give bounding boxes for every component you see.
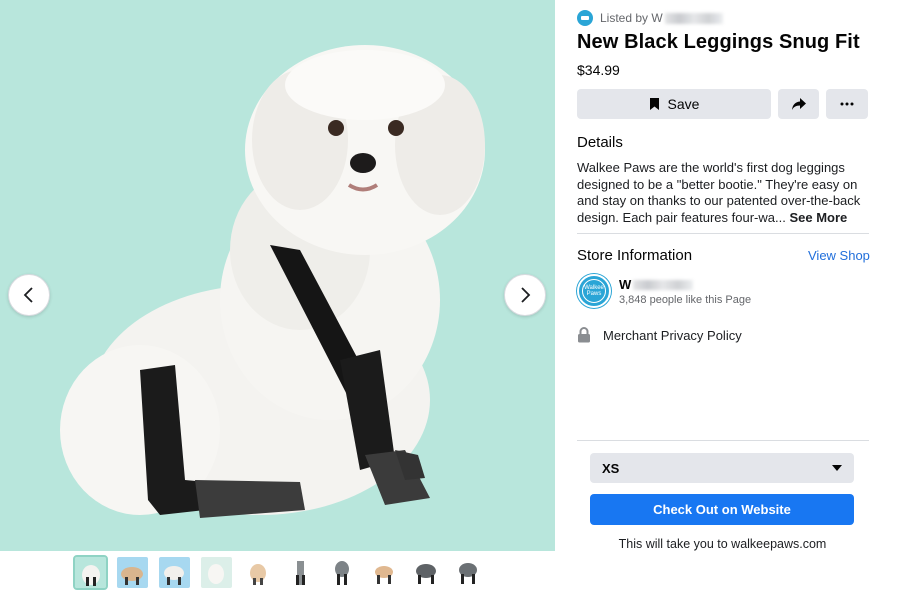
dog-thumbnail-image [82, 565, 100, 586]
dog-thumbnail-image [121, 567, 143, 585]
listing-details-panel: Listed by W New Black Leggings Snug Fit … [555, 0, 900, 590]
save-button[interactable]: Save [577, 89, 771, 119]
store-name-text: W [619, 277, 632, 292]
thumbnail-3[interactable] [159, 557, 190, 588]
listing-actions: Save [577, 89, 868, 119]
view-shop-link[interactable]: View Shop [808, 248, 870, 263]
thumbnail-5[interactable] [243, 557, 274, 588]
divider [577, 233, 869, 234]
listed-by-text: Listed by W [600, 11, 663, 25]
listing-price: $34.99 [577, 62, 620, 78]
store-logo[interactable]: Walkee Paws [577, 274, 611, 308]
dog-thumbnail-image [201, 557, 232, 588]
check-out-on-website-button[interactable]: Check Out on Website [590, 494, 854, 525]
previous-image-button[interactable] [8, 274, 50, 316]
store-card[interactable]: Walkee Paws W 3,848 people like this Pag… [577, 274, 751, 308]
store-information-heading: Store Information [577, 247, 693, 264]
bookmark-icon [649, 97, 660, 111]
chevron-left-icon [23, 287, 33, 303]
dog-thumbnail-image [296, 561, 305, 585]
more-options-button[interactable] [826, 89, 868, 119]
checkout-note: This will take you to walkeepaws.com [618, 537, 827, 551]
dog-thumbnail-image [459, 563, 477, 584]
see-more-link[interactable]: See More [789, 210, 847, 225]
lock-icon [577, 327, 591, 343]
chevron-right-icon [521, 287, 531, 303]
dog-thumbnail-image [375, 566, 393, 584]
details-description: Walkee Paws are the world's first dog le… [577, 160, 869, 226]
store-logo-text: Walkee Paws [582, 279, 606, 303]
dog-thumbnail-image [164, 566, 184, 585]
thumbnail-7[interactable] [327, 557, 358, 588]
thumbnail-strip [73, 555, 484, 590]
merchant-privacy-policy-link[interactable]: Merchant Privacy Policy [577, 327, 742, 343]
next-image-button[interactable] [504, 274, 546, 316]
redacted-seller-name [664, 12, 723, 24]
dog-photo [0, 0, 555, 551]
thumbnail-9[interactable] [411, 557, 442, 588]
dog-thumbnail-image [335, 561, 349, 585]
details-heading: Details [577, 134, 623, 151]
thumbnail-10[interactable] [453, 557, 484, 588]
save-button-label: Save [667, 96, 700, 112]
product-main-image [0, 0, 555, 551]
more-dots-icon [840, 102, 854, 106]
thumbnail-6[interactable] [285, 557, 316, 588]
share-arrow-icon [791, 98, 806, 110]
merchant-privacy-policy-label: Merchant Privacy Policy [603, 327, 742, 343]
thumbnail-4[interactable] [201, 557, 232, 588]
caret-down-icon [832, 465, 842, 471]
store-text: W 3,848 people like this Page [619, 277, 751, 306]
share-button[interactable] [778, 89, 819, 119]
listing-title: New Black Leggings Snug Fit [577, 31, 860, 53]
thumbnail-8[interactable] [369, 557, 400, 588]
store-name[interactable]: W [619, 277, 751, 293]
size-selected-value: XS [602, 460, 620, 476]
divider [577, 440, 869, 441]
product-media [0, 0, 555, 590]
dog-thumbnail-image [416, 564, 436, 584]
redacted-store-name [633, 279, 694, 290]
seller-avatar-icon [577, 10, 593, 26]
dog-thumbnail-image [250, 564, 266, 585]
size-select[interactable]: XS [590, 453, 854, 483]
thumbnail-1[interactable] [73, 555, 108, 590]
thumbnail-2[interactable] [117, 557, 148, 588]
listed-by-line: Listed by W [577, 10, 723, 26]
store-likes-count: 3,848 people like this Page [619, 293, 752, 306]
